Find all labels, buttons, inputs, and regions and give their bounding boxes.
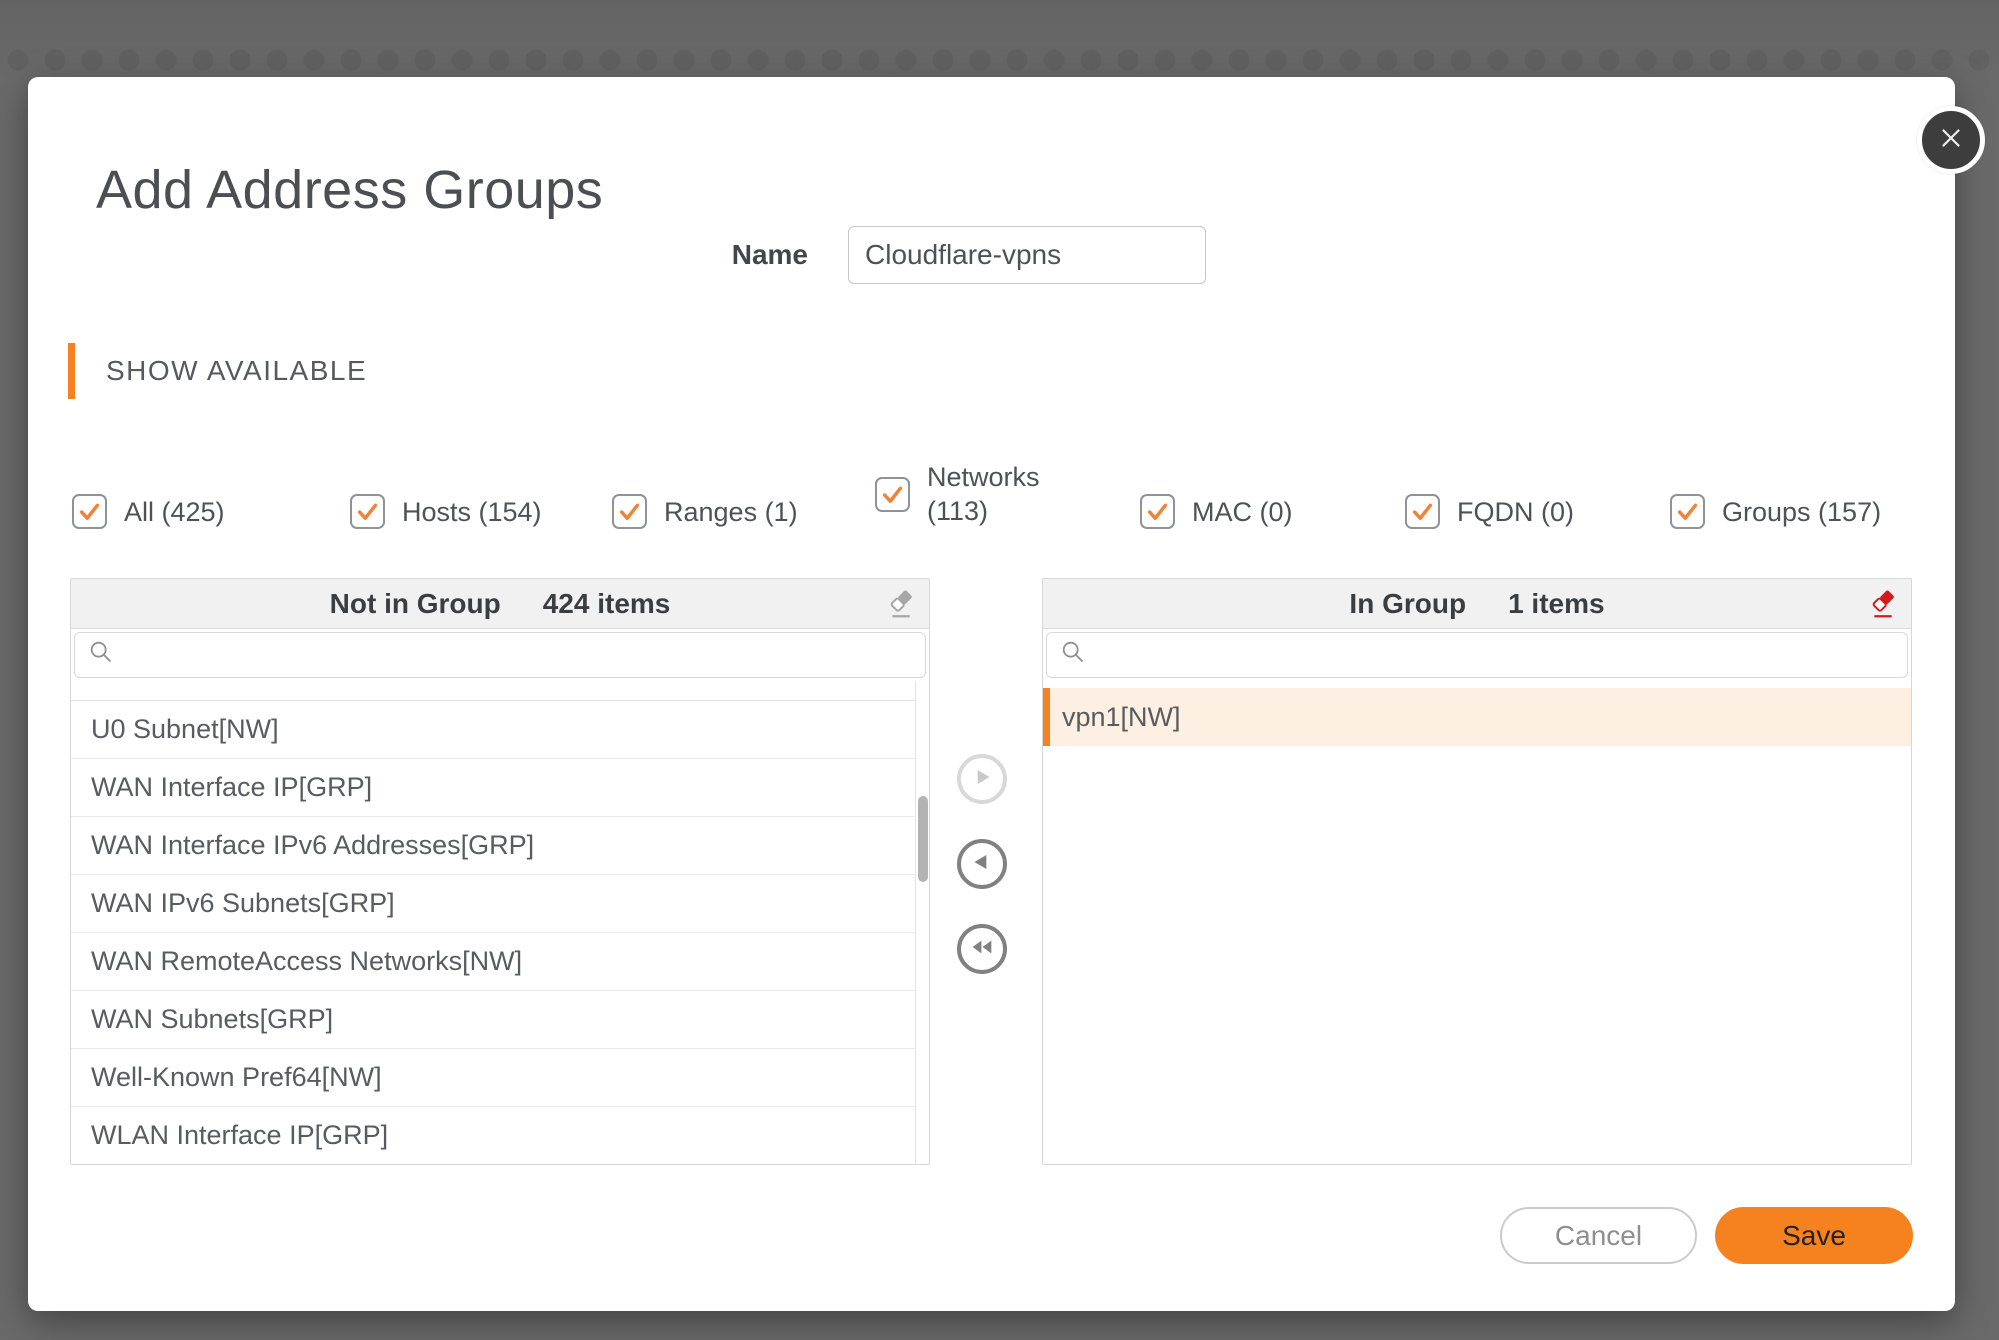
checkbox-checked-icon bbox=[612, 494, 647, 529]
scrollbar-thumb[interactable] bbox=[918, 796, 928, 882]
filter-label: MAC (0) bbox=[1192, 495, 1293, 529]
filter-checkbox-networks[interactable]: Networks (113) bbox=[875, 456, 1040, 532]
double-arrow-left-icon bbox=[968, 933, 996, 966]
filter-label: Ranges (1) bbox=[664, 495, 798, 529]
section-label: SHOW AVAILABLE bbox=[106, 355, 367, 387]
checkbox-checked-icon bbox=[1405, 494, 1440, 529]
panel-title: Not in Group bbox=[330, 588, 501, 620]
not-in-group-search bbox=[74, 632, 926, 678]
close-icon bbox=[1936, 123, 1966, 158]
show-available-section: SHOW AVAILABLE bbox=[68, 343, 367, 399]
name-label: Name bbox=[628, 226, 808, 284]
search-input[interactable] bbox=[1097, 633, 1907, 677]
checkbox-checked-icon bbox=[1140, 494, 1175, 529]
checkbox-checked-icon bbox=[875, 477, 910, 512]
arrow-left-icon bbox=[969, 849, 995, 880]
list-item[interactable]: WAN Interface IPv6 Addresses[GRP] bbox=[71, 817, 915, 875]
name-input[interactable] bbox=[848, 226, 1206, 284]
search-icon bbox=[1060, 639, 1087, 671]
list-item[interactable]: WAN RemoteAccess Networks[NW] bbox=[71, 933, 915, 991]
in-group-search bbox=[1046, 632, 1908, 678]
in-group-header: In Group 1 items bbox=[1043, 579, 1911, 629]
cancel-button[interactable]: Cancel bbox=[1500, 1207, 1697, 1264]
move-left-button[interactable] bbox=[957, 839, 1007, 889]
filter-checkbox-all[interactable]: All (425) bbox=[72, 494, 225, 529]
filter-label: All (425) bbox=[124, 495, 225, 529]
list-item[interactable]: WAN IPv6 Subnets[GRP] bbox=[71, 875, 915, 933]
not-in-group-header: Not in Group 424 items bbox=[71, 579, 929, 629]
close-button[interactable] bbox=[1917, 106, 1985, 174]
name-row: Name bbox=[28, 226, 1955, 284]
filter-label: Hosts (154) bbox=[402, 495, 542, 529]
search-icon bbox=[88, 639, 115, 671]
list-item[interactable]: Well-Known Pref64[NW] bbox=[71, 1049, 915, 1107]
in-group-list: vpn1[NW] bbox=[1043, 681, 1911, 1164]
dialog-title: Add Address Groups bbox=[96, 159, 603, 221]
panel-title: In Group bbox=[1349, 588, 1466, 620]
arrow-right-icon bbox=[969, 764, 995, 795]
list-item[interactable]: WLAN Interface IP[GRP] bbox=[71, 1107, 915, 1164]
list-item[interactable]: U0 Subnet[NW] bbox=[71, 701, 915, 759]
panel-item-count: 424 items bbox=[543, 588, 671, 620]
filter-checkbox-groups[interactable]: Groups (157) bbox=[1670, 494, 1881, 529]
not-in-group-list: U0 Subnet[NW] WAN Interface IP[GRP] WAN … bbox=[71, 681, 929, 1164]
filter-checkbox-mac[interactable]: MAC (0) bbox=[1140, 494, 1293, 529]
list-item-partial bbox=[71, 681, 915, 701]
search-input[interactable] bbox=[125, 633, 925, 677]
save-button[interactable]: Save bbox=[1715, 1207, 1913, 1264]
filter-checkbox-fqdn[interactable]: FQDN (0) bbox=[1405, 494, 1574, 529]
clear-selection-eraser-icon[interactable] bbox=[885, 588, 917, 620]
filter-label: Groups (157) bbox=[1722, 495, 1881, 529]
list-item[interactable]: WAN Subnets[GRP] bbox=[71, 991, 915, 1049]
panel-item-count: 1 items bbox=[1508, 588, 1605, 620]
overlay-backdrop-dots bbox=[0, 34, 1999, 78]
checkbox-checked-icon bbox=[350, 494, 385, 529]
section-accent-bar bbox=[68, 343, 75, 399]
list-item[interactable]: WAN Interface IP[GRP] bbox=[71, 759, 915, 817]
checkbox-checked-icon bbox=[1670, 494, 1705, 529]
add-address-groups-dialog: Add Address Groups Name SHOW AVAILABLE A… bbox=[28, 77, 1955, 1311]
not-in-group-panel: Not in Group 424 items bbox=[70, 578, 930, 1165]
list-item-selected[interactable]: vpn1[NW] bbox=[1043, 688, 1911, 746]
filter-label: FQDN (0) bbox=[1457, 495, 1574, 529]
filter-checkbox-ranges[interactable]: Ranges (1) bbox=[612, 494, 798, 529]
in-group-panel: In Group 1 items bbox=[1042, 578, 1912, 1165]
scrollbar-track[interactable] bbox=[915, 681, 929, 1164]
checkbox-checked-icon bbox=[72, 494, 107, 529]
filter-label: Networks (113) bbox=[927, 460, 1040, 528]
remove-all-eraser-icon[interactable] bbox=[1867, 588, 1899, 620]
move-all-left-button[interactable] bbox=[957, 924, 1007, 974]
move-right-button[interactable] bbox=[957, 754, 1007, 804]
filter-checkbox-hosts[interactable]: Hosts (154) bbox=[350, 494, 542, 529]
